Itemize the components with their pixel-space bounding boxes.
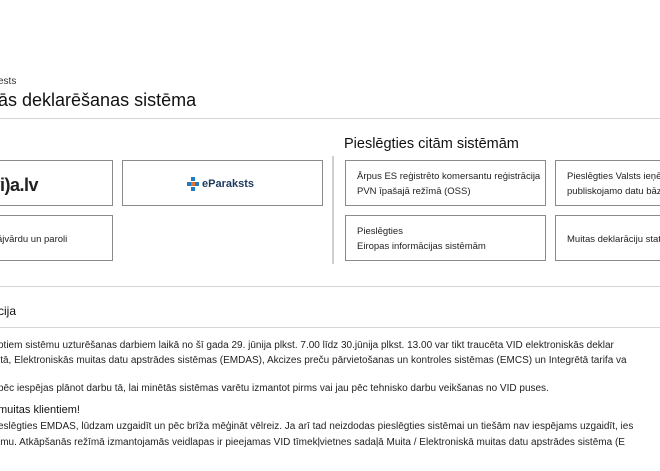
eparaksts-logo: eParaksts bbox=[187, 177, 254, 191]
page-title: ās deklarēšanas sistēma bbox=[0, 90, 197, 110]
customs-clients-heading: muitas klientiem! bbox=[0, 404, 80, 416]
notice-paragraph-1-line-1: otiem sistēmu uzturēšanas darbiem laikā … bbox=[0, 340, 614, 351]
eparaksts-label: eParaksts bbox=[202, 178, 254, 190]
public-database-line2: publiskojamo datu bāze bbox=[567, 186, 660, 197]
notice-divider bbox=[0, 327, 660, 328]
breadcrumb[interactable]: ests bbox=[0, 76, 16, 87]
oss-registration-line1: Ārpus ES reģistrēto komersantu reģistrāc… bbox=[357, 171, 541, 182]
customs-status-label: Muitas deklarāciju statu bbox=[567, 234, 660, 245]
section-divider-bottom bbox=[0, 286, 660, 287]
section-divider bbox=[332, 156, 334, 264]
other-systems-title: Pieslēgties citām sistēmām bbox=[344, 136, 519, 152]
eu-systems-card[interactable]: Pieslēgties Eiropas informācijas sistēmā… bbox=[345, 215, 546, 261]
eu-systems-line2: Eiropas informācijas sistēmām bbox=[357, 241, 486, 252]
oss-registration-card[interactable]: Ārpus ES reģistrēto komersantu reģistrāc… bbox=[345, 160, 546, 206]
public-database-line1: Pieslēgties Valsts ieņē bbox=[567, 171, 660, 182]
public-database-card[interactable]: Pieslēgties Valsts ieņē publiskojamo dat… bbox=[555, 160, 660, 206]
notice-title: cija bbox=[0, 304, 17, 318]
latvija-lv-login-card[interactable]: )vi)a.lv bbox=[0, 160, 113, 206]
eu-systems-line1: Pieslēgties bbox=[357, 226, 403, 237]
latvija-lv-logo-text: vi)a.lv bbox=[0, 175, 39, 195]
oss-registration-line2: PVN īpašajā režīmā (OSS) bbox=[357, 186, 471, 197]
eparaksts-icon bbox=[187, 177, 199, 191]
latvija-lv-logo: )vi)a.lv bbox=[0, 175, 39, 196]
eparaksts-login-card[interactable]: eParaksts bbox=[122, 160, 323, 206]
notice-paragraph-3-line-1: eslēgties EMDAS, lūdzam uzgaidīt un pēc … bbox=[0, 421, 634, 432]
notice-paragraph-1-line-2: itā, Elektroniskās muitas datu apstrādes… bbox=[0, 355, 627, 366]
header-divider bbox=[0, 118, 660, 119]
notice-paragraph-2: pēc iespējas plānot darbu tā, lai minētā… bbox=[0, 383, 549, 394]
password-login-label: ājvārdu un paroli bbox=[0, 234, 68, 245]
customs-status-card[interactable]: Muitas deklarāciju statu bbox=[555, 215, 660, 261]
notice-paragraph-3-line-2: imu. Atkāpšanās režīmā izmantojamās veid… bbox=[0, 437, 625, 448]
password-login-card[interactable]: ājvārdu un paroli bbox=[0, 215, 113, 261]
